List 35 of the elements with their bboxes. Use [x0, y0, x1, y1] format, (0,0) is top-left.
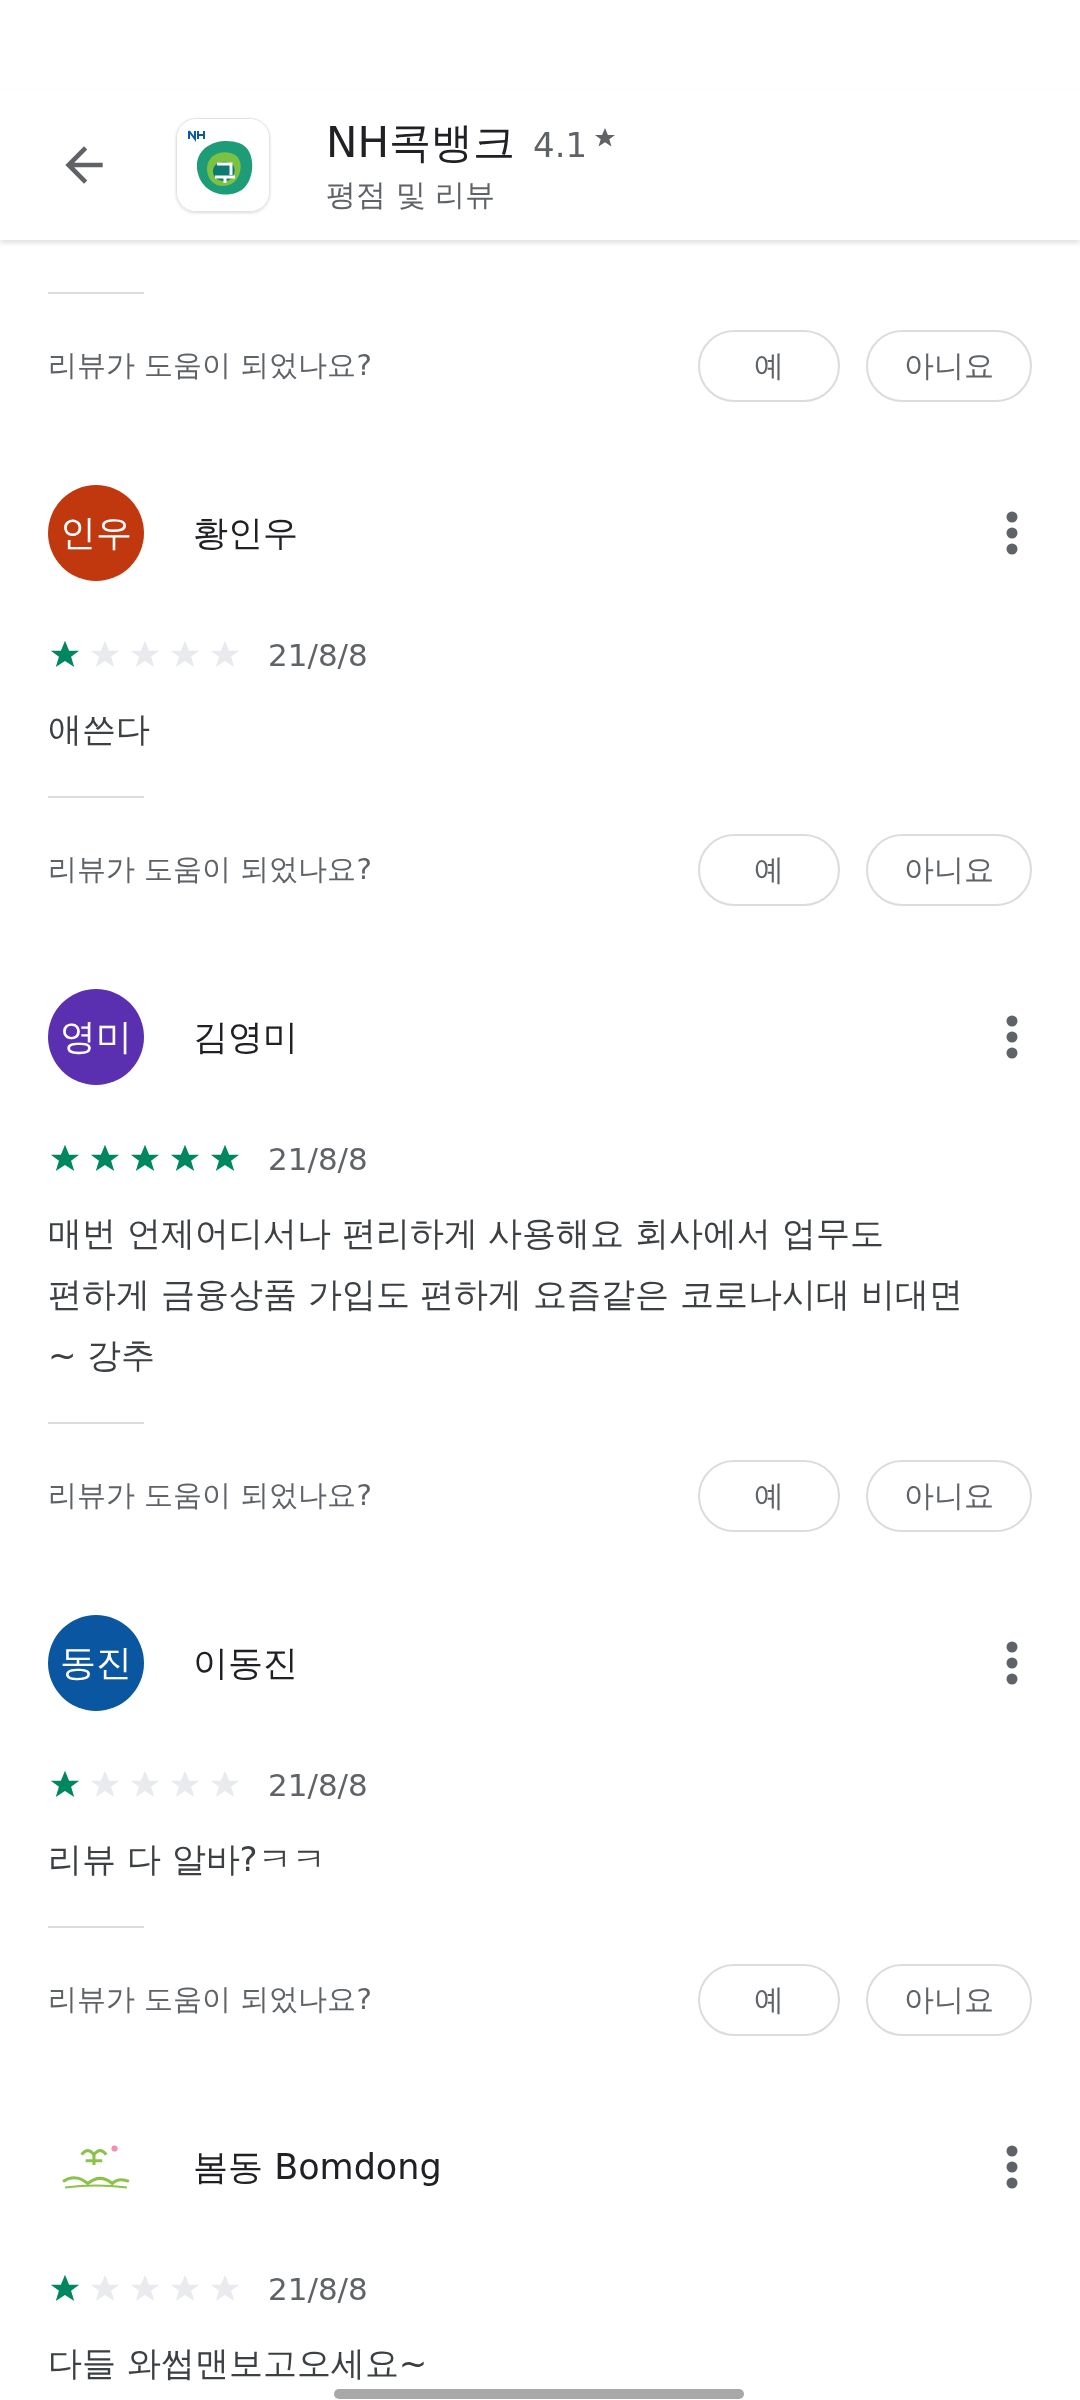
no-button[interactable]: 아니요 — [866, 330, 1032, 402]
app-icon — [176, 118, 270, 212]
review-text: 매번 언제어디서나 편리하게 사용해요 회사에서 업무도 편하게 금융상품 가입도 편하게 요즘같은 코로나시대 비대면~ 강추 — [48, 1212, 964, 1377]
more-options-icon[interactable] — [1004, 511, 1020, 555]
app-title: NH콕뱅크 — [326, 116, 515, 169]
user-avatar: 인우 — [48, 485, 144, 581]
review-text: 리뷰 다 알바?ㅋㅋ — [48, 1838, 326, 1881]
reviewer-name: 김영미 — [193, 1015, 299, 1059]
review-date: 21/8/8 — [268, 2271, 368, 2307]
yes-button[interactable]: 예 — [698, 1460, 840, 1532]
reviewer-name: 이동진 — [193, 1641, 299, 1685]
page-subtitle: 평점 및 리뷰 — [326, 175, 497, 214]
yes-button[interactable]: 예 — [698, 1964, 840, 2036]
review-date: 21/8/8 — [268, 1767, 368, 1803]
reviewer-name: 봄동 Bomdong — [193, 2145, 443, 2189]
user-avatar: 동진 — [48, 1615, 144, 1711]
rating-value: 4.1 — [533, 124, 588, 165]
review-text: 애쓴다 — [48, 708, 150, 751]
helpful-question: 리뷰가 도움이 되었나요? — [48, 347, 373, 384]
helpful-question: 리뷰가 도움이 되었나요? — [48, 1981, 373, 2018]
review-text: 다들 와썹맨보고오세요~ — [48, 2342, 428, 2385]
no-button[interactable]: 아니요 — [866, 1460, 1032, 1532]
more-options-icon[interactable] — [1004, 2145, 1020, 2189]
yes-button[interactable]: 예 — [698, 330, 840, 402]
no-button[interactable]: 아니요 — [866, 1964, 1032, 2036]
helpful-question: 리뷰가 도움이 되었나요? — [48, 851, 373, 888]
helpful-question: 리뷰가 도움이 되었나요? — [48, 1477, 373, 1514]
no-button[interactable]: 아니요 — [866, 834, 1032, 906]
more-options-icon[interactable] — [1004, 1641, 1020, 1685]
yes-button[interactable]: 예 — [698, 834, 840, 906]
user-avatar: 영미 — [48, 989, 144, 1085]
review-date: 21/8/8 — [268, 637, 368, 673]
reviewer-name: 황인우 — [193, 511, 299, 555]
more-options-icon[interactable] — [1004, 1015, 1020, 1059]
review-date: 21/8/8 — [268, 1141, 368, 1177]
